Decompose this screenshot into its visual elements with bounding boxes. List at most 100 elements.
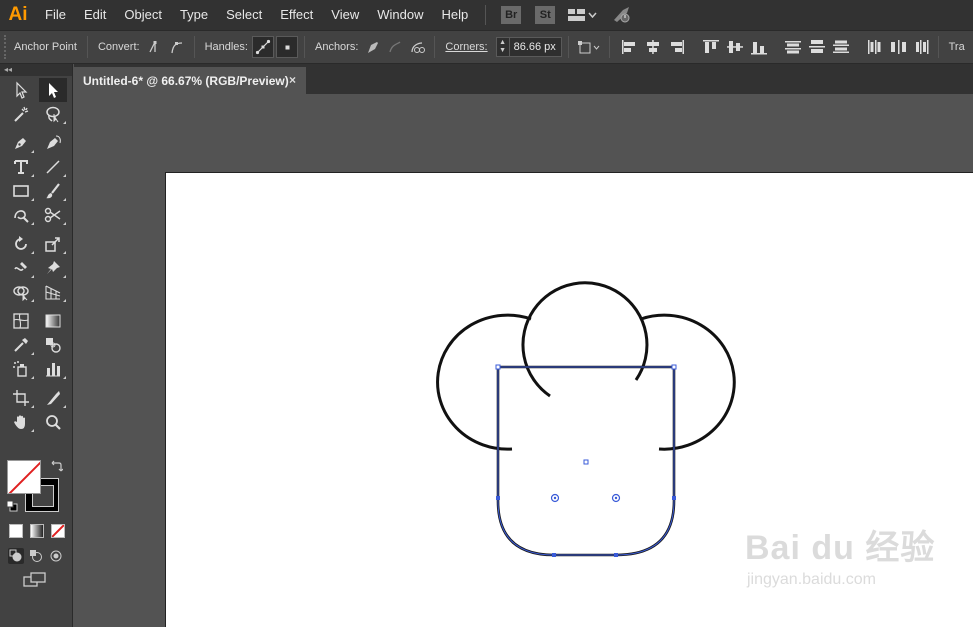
divider <box>608 36 610 58</box>
none-slash-icon <box>8 461 40 493</box>
lasso-tool[interactable] <box>39 102 67 126</box>
hand-tool[interactable] <box>7 410 35 434</box>
shape-builder-tool[interactable] <box>7 280 35 304</box>
type-tool[interactable] <box>7 155 35 179</box>
draw-inside-button[interactable] <box>48 548 64 564</box>
draw-behind-button[interactable] <box>28 548 44 564</box>
bridge-button[interactable]: Br <box>501 6 522 24</box>
handles-label: Handles: <box>204 41 248 53</box>
line-segment-tool[interactable] <box>39 155 67 179</box>
selection-tool[interactable] <box>7 78 35 102</box>
menu-help[interactable]: Help <box>432 0 477 30</box>
shape-builder-icon <box>13 286 29 301</box>
convert-smooth-button[interactable] <box>166 36 188 58</box>
stock-button[interactable]: St <box>535 6 556 24</box>
direct-selection-tool[interactable] <box>39 78 67 102</box>
mesh-tool[interactable] <box>7 309 35 333</box>
perspective-grid-tool[interactable] <box>39 280 67 304</box>
puppet-warp-tool[interactable] <box>39 256 67 280</box>
paintbrush-icon <box>46 183 60 199</box>
magic-wand-tool[interactable] <box>7 102 35 126</box>
draw-mode-row <box>8 548 64 564</box>
blend-tool[interactable] <box>39 333 67 357</box>
menu-window[interactable]: Window <box>368 0 432 30</box>
align-top-icon[interactable] <box>702 39 720 55</box>
chevron-down-icon <box>588 12 597 18</box>
draw-normal-button[interactable] <box>8 548 24 564</box>
paintbrush-tool[interactable] <box>39 179 67 203</box>
menu-select[interactable]: Select <box>217 0 271 30</box>
fill-swatch[interactable] <box>7 460 41 494</box>
scissors-icon <box>44 207 61 223</box>
menu-view[interactable]: View <box>322 0 368 30</box>
anchor-point <box>495 364 501 370</box>
gpu-performance-button[interactable] <box>611 4 633 27</box>
workspace-switcher[interactable] <box>568 8 597 22</box>
align-right-icon[interactable] <box>668 39 686 55</box>
grid-layout-icon <box>568 9 586 21</box>
scale-tool[interactable] <box>39 232 67 256</box>
menu-edit[interactable]: Edit <box>75 0 115 30</box>
show-handles-button[interactable] <box>251 36 274 58</box>
close-icon[interactable]: × <box>289 73 296 87</box>
distribute-right-icon[interactable] <box>914 39 932 55</box>
cut-path-button[interactable] <box>406 36 428 58</box>
slice-tool[interactable] <box>39 386 67 410</box>
pen-tool[interactable] <box>7 131 35 155</box>
column-graph-tool[interactable] <box>39 357 67 381</box>
eyedropper-tool[interactable] <box>7 333 35 357</box>
scissors-tool[interactable] <box>39 203 67 227</box>
align-bottom-icon[interactable] <box>750 39 768 55</box>
perspective-grid-icon <box>45 285 61 300</box>
distribute-bottom-icon[interactable] <box>832 39 850 55</box>
curvature-tool[interactable] <box>39 131 67 155</box>
document-tab[interactable]: Untitled-6* @ 66.67% (RGB/Preview) × <box>74 67 306 94</box>
menu-bar: Ai File Edit Object Type Select Effect V… <box>0 0 973 30</box>
convert-corner-button[interactable] <box>144 36 166 58</box>
arrow-solid-icon <box>49 83 58 98</box>
transform-label[interactable]: Tra <box>945 41 969 53</box>
connect-anchors-button[interactable] <box>384 36 406 58</box>
swap-fill-stroke-icon[interactable] <box>51 460 63 472</box>
knife-icon <box>47 391 60 405</box>
divider <box>937 36 939 58</box>
artboard-tool[interactable] <box>7 386 35 410</box>
zoom-tool[interactable] <box>39 410 67 434</box>
rectangle-tool[interactable] <box>7 179 35 203</box>
menu-effect[interactable]: Effect <box>271 0 322 30</box>
distribute-left-icon[interactable] <box>866 39 884 55</box>
pen-nib-icon <box>15 138 26 149</box>
screen-mode-button[interactable] <box>23 572 47 591</box>
align-vertical-center-icon[interactable] <box>726 39 744 55</box>
divider <box>86 36 88 58</box>
divider <box>434 36 436 58</box>
align-horizontal-center-icon[interactable] <box>644 39 662 55</box>
distribute-top-icon[interactable] <box>784 39 802 55</box>
align-left-icon[interactable] <box>620 39 638 55</box>
default-colors-icon[interactable] <box>6 500 18 512</box>
remove-anchor-button[interactable] <box>362 36 384 58</box>
tools-panel: ◂◂ <box>0 64 73 627</box>
fill-stroke-swatches <box>6 460 66 514</box>
corners-stepper[interactable]: ▲ ▼ <box>495 37 510 57</box>
symbol-sprayer-tool[interactable] <box>7 357 35 381</box>
menu-object[interactable]: Object <box>115 0 171 30</box>
gradient-tool[interactable] <box>39 309 67 333</box>
hide-handles-button[interactable] <box>275 36 298 58</box>
panel-collapse[interactable]: ◂◂ <box>0 64 72 76</box>
corners-input[interactable] <box>509 37 562 57</box>
rotate-tool[interactable] <box>7 232 35 256</box>
color-mode-button[interactable] <box>9 524 23 538</box>
corners-field: ▲ ▼ <box>495 37 562 57</box>
distribute-vertical-center-icon[interactable] <box>808 39 826 55</box>
warp-tool[interactable] <box>7 256 35 280</box>
gradient-mode-button[interactable] <box>30 524 44 538</box>
distribute-horizontal-center-icon[interactable] <box>890 39 908 55</box>
none-mode-button[interactable] <box>51 524 65 538</box>
menu-file[interactable]: File <box>36 0 75 30</box>
transform-button[interactable] <box>575 36 603 58</box>
shaper-tool[interactable] <box>7 203 35 227</box>
divider <box>193 36 195 58</box>
warp-icon <box>14 262 27 271</box>
menu-type[interactable]: Type <box>171 0 217 30</box>
